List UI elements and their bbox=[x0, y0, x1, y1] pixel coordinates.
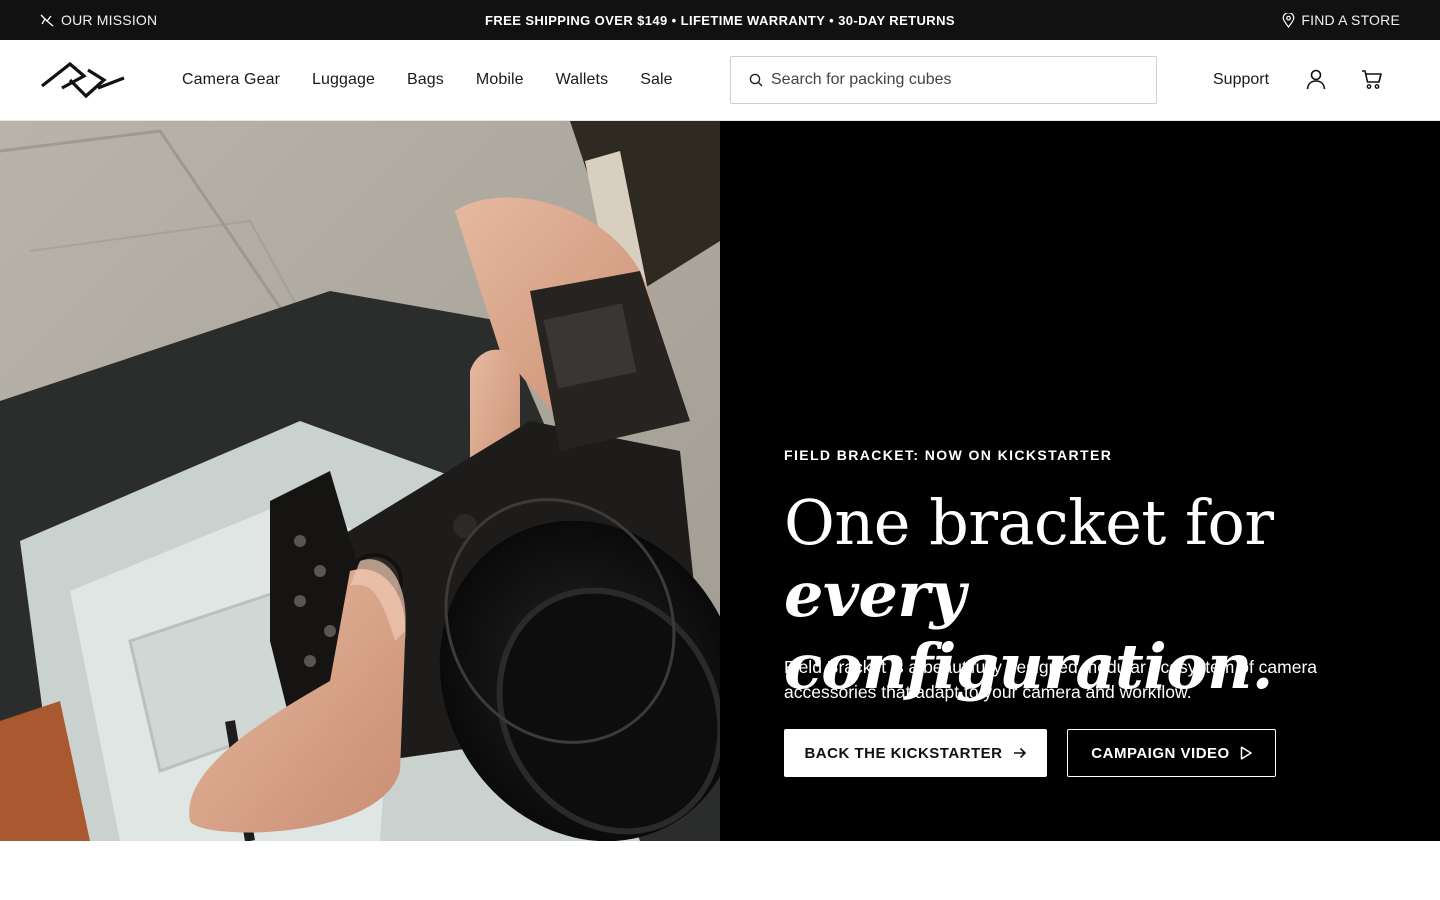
play-icon bbox=[1240, 746, 1252, 760]
hero-description: Field Bracket is a beautifully designed … bbox=[784, 657, 1318, 702]
hero-content-panel: FIELD BRACKET: NOW ON KICKSTARTER One br… bbox=[720, 121, 1440, 841]
announcement-bar: OUR MISSION FREE SHIPPING OVER $149 • LI… bbox=[0, 0, 1440, 40]
back-kickstarter-label: BACK THE KICKSTARTER bbox=[804, 744, 1003, 762]
campaign-video-label: CAMPAIGN VIDEO bbox=[1091, 744, 1230, 762]
brand-logo-link[interactable] bbox=[40, 60, 126, 100]
hero-headline-line-1: One bracket for bbox=[784, 486, 1274, 559]
nav-wallets[interactable]: Wallets bbox=[556, 71, 609, 89]
campaign-video-button[interactable]: CAMPAIGN VIDEO bbox=[1067, 729, 1276, 777]
search-input[interactable] bbox=[771, 71, 1131, 89]
search-icon bbox=[749, 73, 763, 87]
hero-image bbox=[0, 121, 720, 841]
find-store-link[interactable]: FIND A STORE bbox=[1282, 12, 1400, 28]
nav-sale[interactable]: Sale bbox=[640, 71, 672, 89]
shipping-announcement: FREE SHIPPING OVER $149 • LIFETIME WARRA… bbox=[485, 12, 955, 28]
site-header: Camera Gear Luggage Bags Mobile Wallets … bbox=[0, 40, 1440, 121]
our-mission-link[interactable]: OUR MISSION bbox=[40, 12, 157, 28]
nav-luggage[interactable]: Luggage bbox=[312, 71, 375, 89]
account-button[interactable] bbox=[1303, 66, 1329, 92]
camera-photo-illustration bbox=[0, 121, 720, 841]
nav-mobile[interactable]: Mobile bbox=[476, 71, 524, 89]
nav-camera-gear[interactable]: Camera Gear bbox=[182, 71, 280, 89]
brand-logo-icon bbox=[41, 61, 125, 99]
map-pin-icon bbox=[1282, 12, 1295, 28]
cart-button[interactable] bbox=[1359, 66, 1385, 92]
hero-eyebrow: FIELD BRACKET: NOW ON KICKSTARTER bbox=[784, 447, 1113, 463]
arrow-right-icon bbox=[1013, 747, 1026, 759]
support-link[interactable]: Support bbox=[1213, 40, 1269, 120]
user-icon bbox=[1306, 69, 1326, 90]
cart-icon bbox=[1362, 70, 1382, 89]
peak-icon bbox=[40, 14, 54, 27]
find-store-label: FIND A STORE bbox=[1301, 12, 1400, 28]
nav-bags[interactable]: Bags bbox=[407, 71, 444, 89]
back-kickstarter-button[interactable]: BACK THE KICKSTARTER bbox=[784, 729, 1047, 777]
our-mission-label: OUR MISSION bbox=[61, 12, 158, 28]
hero-section: FIELD BRACKET: NOW ON KICKSTARTER One br… bbox=[0, 121, 1440, 841]
main-nav: Camera Gear Luggage Bags Mobile Wallets … bbox=[182, 40, 673, 120]
search-box bbox=[730, 56, 1157, 104]
